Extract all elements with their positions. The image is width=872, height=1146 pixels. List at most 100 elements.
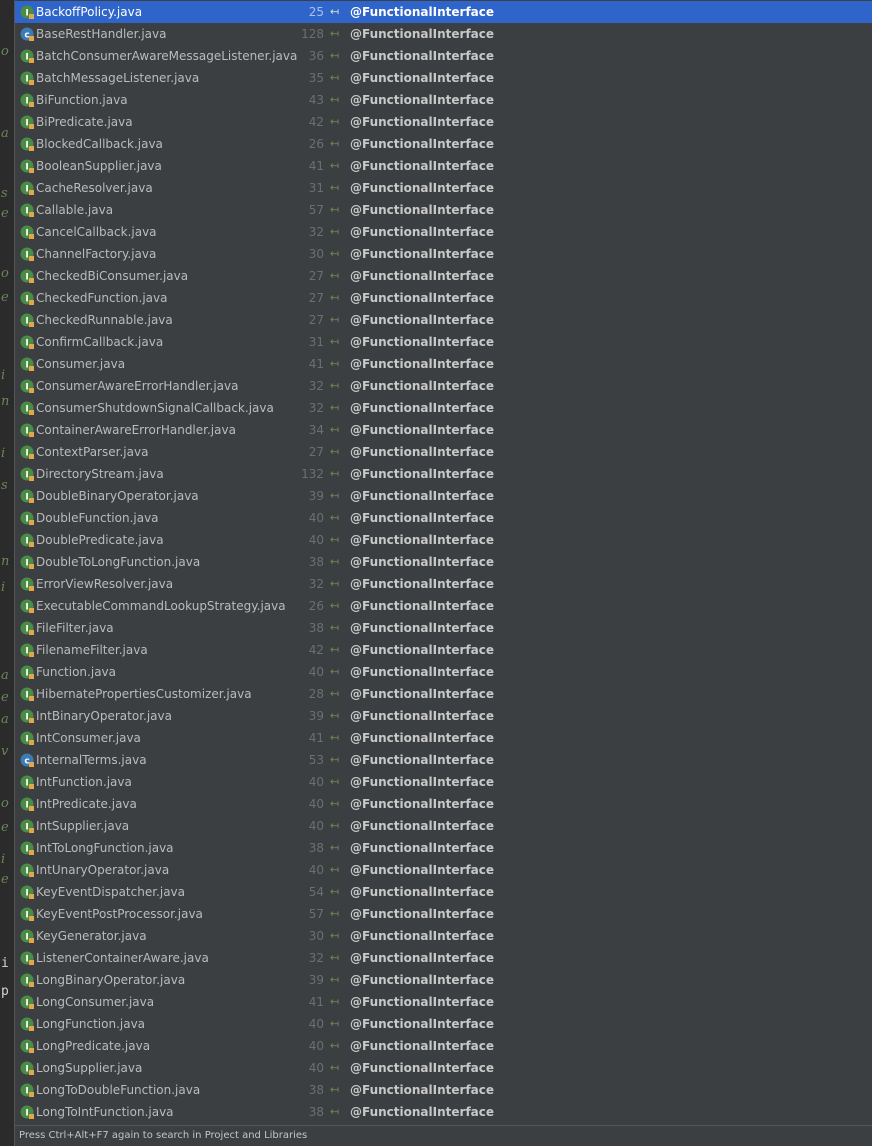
- usage-result-row[interactable]: I Callable.java 57 ↤ @FunctionalInterface: [15, 199, 872, 221]
- navigate-arrow-icon: ↤: [330, 951, 340, 964]
- result-code-snippet: @FunctionalInterface: [350, 313, 495, 327]
- result-file-name: LongSupplier.java: [36, 1061, 143, 1075]
- usage-result-row[interactable]: I HibernatePropertiesCustomizer.java 28 ↤ @F…: [15, 683, 872, 705]
- usage-result-row[interactable]: I BlockedCallback.java 26 ↤ @FunctionalInter…: [15, 133, 872, 155]
- result-file-name: HibernatePropertiesCustomizer.java: [36, 687, 252, 701]
- usage-result-row[interactable]: c BaseRestHandler.java 128 ↤ @FunctionalInte…: [15, 23, 872, 45]
- result-code-snippet: @FunctionalInterface: [350, 159, 495, 173]
- interface-icon: I: [20, 555, 34, 569]
- navigate-arrow-icon: ↤: [330, 5, 340, 18]
- usage-result-row[interactable]: I BatchMessageListener.java 35 ↤ @Functional…: [15, 67, 872, 89]
- navigate-arrow-icon: ↤: [330, 1039, 340, 1052]
- usage-result-row[interactable]: I BiFunction.java 43 ↤ @FunctionalInterface: [15, 89, 872, 111]
- result-line-number: 32: [308, 951, 324, 965]
- result-file-name: CheckedFunction.java: [36, 291, 168, 305]
- result-file-name: IntToLongFunction.java: [36, 841, 174, 855]
- interface-icon: I: [20, 709, 34, 723]
- svg-text:I: I: [25, 53, 28, 63]
- usage-result-row[interactable]: I LongToDoubleFunction.java 38 ↤ @Functional…: [15, 1079, 872, 1101]
- usage-result-row[interactable]: I KeyGenerator.java 30 ↤ @FunctionalInterfac…: [15, 925, 872, 947]
- usage-result-row[interactable]: I DoubleBinaryOperator.java 39 ↤ @Functional…: [15, 485, 872, 507]
- usage-result-row[interactable]: I ContextParser.java 27 ↤ @FunctionalInterfa…: [15, 441, 872, 463]
- usage-result-row[interactable]: I ConfirmCallback.java 31 ↤ @FunctionalInter…: [15, 331, 872, 353]
- result-code-snippet: @FunctionalInterface: [350, 115, 495, 129]
- result-file-name: ContextParser.java: [36, 445, 149, 459]
- usage-result-row[interactable]: I DoublePredicate.java 40 ↤ @FunctionalInter…: [15, 529, 872, 551]
- result-line-number: 40: [308, 863, 324, 877]
- svg-text:c: c: [24, 31, 29, 41]
- svg-text:I: I: [25, 1021, 28, 1031]
- svg-text:I: I: [25, 141, 28, 151]
- usage-result-row[interactable]: I IntUnaryOperator.java 40 ↤ @FunctionalInte…: [15, 859, 872, 881]
- usage-result-row[interactable]: I CheckedRunnable.java 27 ↤ @FunctionalInter…: [15, 309, 872, 331]
- usage-result-row[interactable]: I ExecutableCommandLookupStrategy.java 26 ↤…: [15, 595, 872, 617]
- editor-code-fragment: e: [1, 820, 9, 835]
- interface-icon: I: [20, 93, 34, 107]
- usage-result-row[interactable]: I LongConsumer.java 41 ↤ @FunctionalInterfac…: [15, 991, 872, 1013]
- result-file-name: DoubleFunction.java: [36, 511, 159, 525]
- usage-result-row[interactable]: I LongToIntFunction.java 38 ↤ @FunctionalInt…: [15, 1101, 872, 1123]
- svg-text:I: I: [25, 1065, 28, 1075]
- usage-result-row[interactable]: I ConsumerAwareErrorHandler.java 32 ↤ @Funct…: [15, 375, 872, 397]
- navigate-arrow-icon: ↤: [330, 445, 340, 458]
- result-file-name: IntBinaryOperator.java: [36, 709, 172, 723]
- editor-code-fragment: i: [1, 956, 9, 971]
- result-code-snippet: @FunctionalInterface: [350, 423, 495, 437]
- usage-result-row[interactable]: I BiPredicate.java 42 ↤ @FunctionalInterface: [15, 111, 872, 133]
- usage-result-row[interactable]: I ListenerContainerAware.java 32 ↤ @Function…: [15, 947, 872, 969]
- result-file-name: KeyEventPostProcessor.java: [36, 907, 203, 921]
- usage-result-row[interactable]: I IntBinaryOperator.java 39 ↤ @FunctionalInt…: [15, 705, 872, 727]
- editor-gutter-background: oaseoeinisniaeavoeieip: [0, 0, 14, 1146]
- usage-result-row[interactable]: I ChannelFactory.java 30 ↤ @FunctionalInterf…: [15, 243, 872, 265]
- result-code-snippet: @FunctionalInterface: [350, 555, 495, 569]
- usage-result-row[interactable]: I CheckedBiConsumer.java 27 ↤ @FunctionalInt…: [15, 265, 872, 287]
- interface-icon: I: [20, 489, 34, 503]
- result-line-number: 36: [308, 49, 324, 63]
- editor-code-fragment: e: [1, 206, 9, 221]
- usage-result-row[interactable]: I DoubleFunction.java 40 ↤ @FunctionalInterf…: [15, 507, 872, 529]
- usage-result-row[interactable]: I LongBinaryOperator.java 39 ↤ @FunctionalIn…: [15, 969, 872, 991]
- usage-result-row[interactable]: I ConsumerShutdownSignalCallback.java 32 ↤ @…: [15, 397, 872, 419]
- interface-icon: I: [20, 1017, 34, 1031]
- usage-result-row[interactable]: I FilenameFilter.java 42 ↤ @FunctionalInterf…: [15, 639, 872, 661]
- usage-result-row[interactable]: I DoubleToLongFunction.java 38 ↤ @Functional…: [15, 551, 872, 573]
- usage-result-row[interactable]: I CancelCallback.java 32 ↤ @FunctionalInterf…: [15, 221, 872, 243]
- result-line-number: 25: [308, 5, 324, 19]
- usage-result-row[interactable]: I LongFunction.java 40 ↤ @FunctionalInterfac…: [15, 1013, 872, 1035]
- result-line-number: 57: [308, 203, 324, 217]
- usage-result-row[interactable]: I BackoffPolicy.java 25 ↤ @FunctionalInterfa…: [15, 1, 872, 23]
- svg-text:I: I: [25, 823, 28, 833]
- usage-result-row[interactable]: c InternalTerms.java 53 ↤ @FunctionalInterfa…: [15, 749, 872, 771]
- interface-icon: I: [20, 1083, 34, 1097]
- navigate-arrow-icon: ↤: [330, 1017, 340, 1030]
- usage-result-row[interactable]: I IntSupplier.java 40 ↤ @FunctionalInterface: [15, 815, 872, 837]
- interface-icon: I: [20, 291, 34, 305]
- usage-result-row[interactable]: I BatchConsumerAwareMessageListener.java 3…: [15, 45, 872, 67]
- result-file-name: LongToDoubleFunction.java: [36, 1083, 201, 1097]
- usage-result-row[interactable]: I ContainerAwareErrorHandler.java 34 ↤ @Func…: [15, 419, 872, 441]
- usage-result-row[interactable]: I IntPredicate.java 40 ↤ @FunctionalInterfac…: [15, 793, 872, 815]
- usage-result-row[interactable]: I ErrorViewResolver.java 32 ↤ @FunctionalInt…: [15, 573, 872, 595]
- usage-result-row[interactable]: I CheckedFunction.java 27 ↤ @FunctionalInter…: [15, 287, 872, 309]
- usage-result-row[interactable]: I LongPredicate.java 40 ↤ @FunctionalInterfa…: [15, 1035, 872, 1057]
- usage-result-row[interactable]: I Consumer.java 41 ↤ @FunctionalInterface: [15, 353, 872, 375]
- result-code-snippet: @FunctionalInterface: [350, 709, 495, 723]
- usage-result-row[interactable]: I BooleanSupplier.java 41 ↤ @FunctionalInter…: [15, 155, 872, 177]
- usage-result-row[interactable]: I LongSupplier.java 40 ↤ @FunctionalInterfac…: [15, 1057, 872, 1079]
- usage-result-row[interactable]: I FileFilter.java 38 ↤ @FunctionalInterface: [15, 617, 872, 639]
- navigate-arrow-icon: ↤: [330, 555, 340, 568]
- usage-result-row[interactable]: I IntToLongFunction.java 38 ↤ @FunctionalInt…: [15, 837, 872, 859]
- usage-result-row[interactable]: I IntFunction.java 40 ↤ @FunctionalInterface: [15, 771, 872, 793]
- result-file-name: ChannelFactory.java: [36, 247, 157, 261]
- navigate-arrow-icon: ↤: [330, 797, 340, 810]
- usage-result-row[interactable]: I CacheResolver.java 31 ↤ @FunctionalInterfa…: [15, 177, 872, 199]
- svg-text:I: I: [25, 1109, 28, 1119]
- result-code-snippet: @FunctionalInterface: [350, 1083, 495, 1097]
- usage-result-row[interactable]: I IntConsumer.java 41 ↤ @FunctionalInterface: [15, 727, 872, 749]
- editor-code-fragment: a: [1, 126, 9, 141]
- usage-result-row[interactable]: I Function.java 40 ↤ @FunctionalInterface: [15, 661, 872, 683]
- svg-text:I: I: [25, 229, 28, 239]
- usage-result-row[interactable]: I KeyEventPostProcessor.java 57 ↤ @Functiona…: [15, 903, 872, 925]
- usage-result-row[interactable]: I DirectoryStream.java 132 ↤ @FunctionalInte…: [15, 463, 872, 485]
- usage-result-row[interactable]: I KeyEventDispatcher.java 54 ↤ @FunctionalIn…: [15, 881, 872, 903]
